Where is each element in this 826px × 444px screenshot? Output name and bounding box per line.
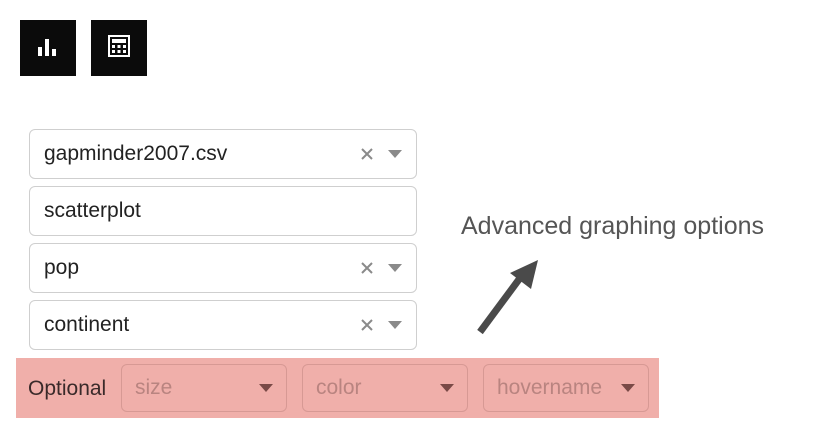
chevron-down-icon[interactable] bbox=[382, 143, 408, 165]
dataset-select[interactable]: gapminder2007.csv bbox=[29, 129, 417, 179]
size-placeholder: size bbox=[135, 376, 173, 399]
hovername-placeholder: hovername bbox=[497, 376, 603, 399]
hovername-select[interactable]: hovername bbox=[483, 364, 649, 412]
optional-fields-bar: Optional size color hovername bbox=[16, 358, 659, 418]
clear-dataset-icon[interactable] bbox=[356, 143, 378, 165]
color-placeholder: color bbox=[316, 376, 362, 399]
chevron-down-icon bbox=[254, 377, 278, 399]
optional-label: Optional bbox=[28, 377, 107, 400]
clear-x-axis-icon[interactable] bbox=[356, 257, 378, 279]
y-axis-select[interactable]: continent bbox=[29, 300, 417, 350]
calculator-icon bbox=[107, 34, 131, 63]
chevron-down-icon bbox=[616, 377, 640, 399]
dataset-value: gapminder2007.csv bbox=[44, 142, 228, 165]
chevron-down-icon[interactable] bbox=[382, 314, 408, 336]
x-axis-select[interactable]: pop bbox=[29, 243, 417, 293]
bar-chart-icon bbox=[36, 35, 60, 62]
x-axis-value: pop bbox=[44, 256, 80, 279]
calculator-button[interactable] bbox=[91, 20, 147, 76]
chart-button[interactable] bbox=[20, 20, 76, 76]
color-select[interactable]: color bbox=[302, 364, 468, 412]
plot-type-input[interactable]: scatterplot bbox=[29, 186, 417, 236]
plot-type-value: scatterplot bbox=[44, 199, 141, 222]
chevron-down-icon[interactable] bbox=[382, 257, 408, 279]
y-axis-value: continent bbox=[44, 313, 130, 336]
advanced-options-annotation: Advanced graphing options bbox=[461, 212, 765, 240]
chevron-down-icon bbox=[435, 377, 459, 399]
clear-y-axis-icon[interactable] bbox=[356, 314, 378, 336]
arrow-icon bbox=[474, 258, 544, 343]
size-select[interactable]: size bbox=[121, 364, 287, 412]
